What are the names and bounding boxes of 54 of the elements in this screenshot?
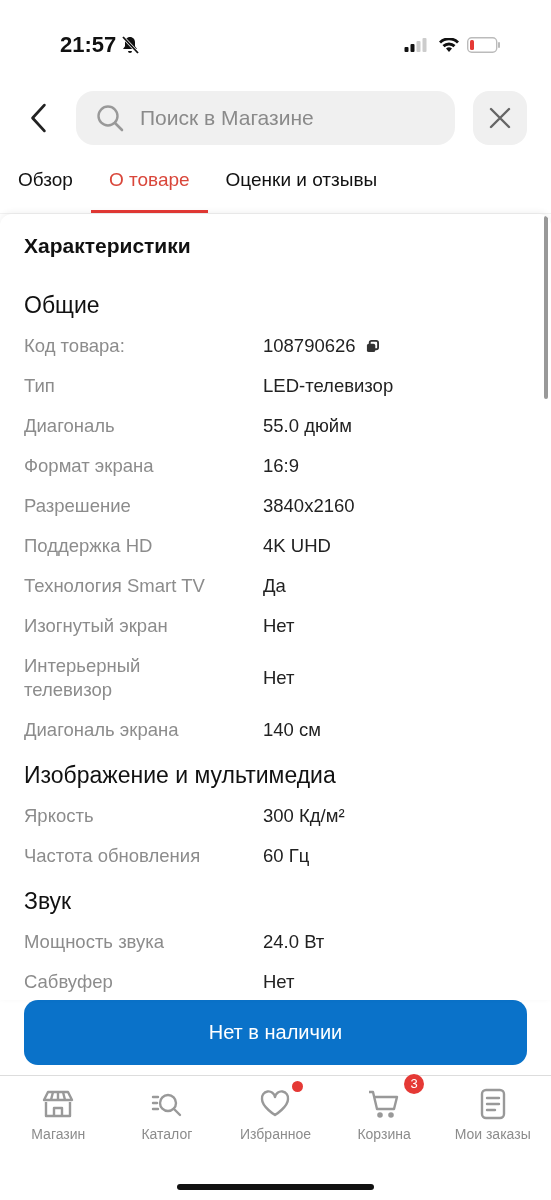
spec-value: 108790626 [263, 334, 356, 358]
spec-value: Нет [263, 970, 295, 994]
close-icon [488, 106, 512, 130]
spec-value: 3840x2160 [263, 494, 355, 518]
spec-value: 4K UHD [263, 534, 331, 558]
spec-label: Интерьерный телевизор [24, 654, 142, 702]
nav-label[interactable]: Мои заказы [454, 1126, 531, 1142]
cart-count-badge: 3 [404, 1074, 425, 1094]
spec-value: 60 Гц [263, 844, 310, 868]
close-button[interactable] [473, 91, 527, 145]
battery-icon [467, 37, 501, 53]
group-heading: Звук [24, 887, 73, 916]
status-time: 21:57 [60, 32, 117, 58]
spec-label: Поддержка HD [24, 534, 154, 558]
tab[interactable]: Обзор [0, 159, 91, 213]
store-icon[interactable] [42, 1088, 75, 1120]
spec-label: Сабвуфер [24, 970, 114, 994]
spec-label: Мощность звука [24, 930, 166, 954]
spec-value: 16:9 [263, 454, 299, 478]
spec-value: Да [263, 574, 286, 598]
group-heading: Общие [24, 291, 101, 320]
spec-label: Разрешение [24, 494, 132, 518]
spec-label: Тип [24, 374, 56, 398]
nav-label[interactable]: Каталог [141, 1126, 193, 1142]
cart-icon[interactable] [368, 1088, 401, 1120]
out-of-stock-button[interactable]: Нет в наличии [24, 1000, 527, 1065]
nav-label[interactable]: Магазин [31, 1126, 86, 1142]
spec-label: Код товара: [24, 334, 126, 358]
spec-value: Нет [263, 614, 295, 638]
spec-value: 55.0 дюйм [263, 414, 352, 438]
tab[interactable]: Оценки и отзывы [207, 159, 396, 213]
spec-label: Диагональ [24, 414, 116, 438]
signal-icon [404, 38, 429, 52]
spec-value: LED-телевизор [263, 374, 394, 398]
section-title: Характеристики [24, 233, 192, 259]
copy-icon[interactable] [365, 339, 379, 353]
nav-label[interactable]: Корзина [357, 1126, 411, 1142]
spec-label: Формат экрана [24, 454, 155, 478]
group-heading: Изображение и мультимедиа [24, 761, 337, 790]
spec-label: Изогнутый экран [24, 614, 169, 638]
spec-label: Яркость [24, 804, 95, 828]
spec-value: 24.0 Вт [263, 930, 325, 954]
nav-label[interactable]: Избранное [240, 1126, 311, 1142]
wifi-icon [439, 38, 459, 52]
spec-value: Нет [263, 666, 295, 690]
spec-label: Частота обновления [24, 844, 202, 868]
spec-label: Технология Smart TV [24, 574, 206, 598]
tab[interactable]: О товаре [90, 159, 208, 213]
back-icon[interactable] [30, 103, 48, 133]
search-icon [96, 104, 124, 132]
spec-label: Диагональ экрана [24, 718, 180, 742]
spec-value: 300 Кд/м² [263, 804, 345, 828]
spec-value: 140 см [263, 718, 321, 742]
search-field[interactable]: Поиск в Магазине [76, 91, 455, 145]
